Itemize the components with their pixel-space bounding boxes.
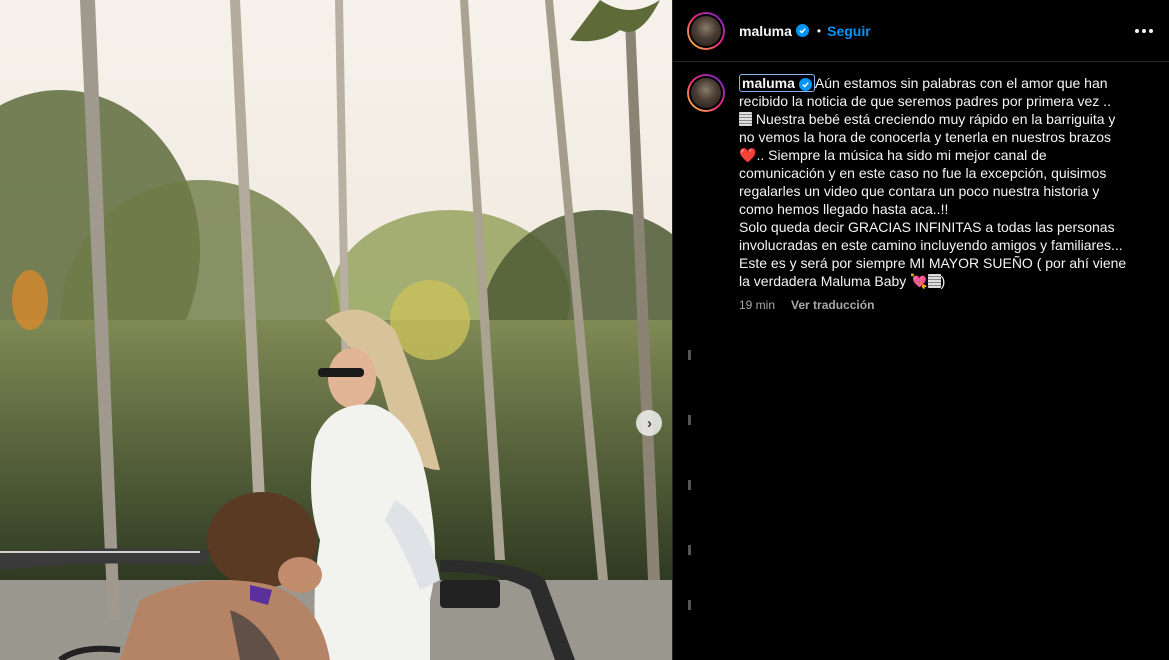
caption-line: la verdadera Maluma Baby — [739, 273, 907, 289]
post-photo — [0, 0, 672, 660]
loading-mark — [688, 415, 691, 425]
post-header: maluma • Seguir — [673, 0, 1169, 62]
caption-comment: maluma Aún estamos sin palabras con el am… — [673, 62, 1169, 314]
caption-line: ) — [940, 273, 946, 289]
caption-line: Aún estamos sin palabras con el amor que… — [814, 75, 1108, 91]
loading-mark — [688, 350, 691, 360]
separator-dot: • — [816, 23, 822, 38]
heart-emoji-icon: ❤️ — [739, 147, 757, 163]
loading-mark — [688, 545, 691, 555]
caption-text: maluma Aún estamos sin palabras con el am… — [739, 74, 1139, 314]
verified-badge-icon — [798, 78, 812, 91]
caption-line: como hemos llegado hasta aca..!! — [739, 201, 949, 217]
caption-line: regalarles un video que contara un poco … — [739, 183, 1100, 199]
next-photo-button[interactable]: › — [636, 410, 662, 436]
caption-line: Solo queda decir GRACIAS INFINITAS a tod… — [739, 219, 1115, 235]
post-media: › — [0, 0, 672, 660]
more-options-icon[interactable] — [1135, 23, 1153, 39]
caption-line: Este es y será por siempre MI MAYOR SUEÑ… — [739, 255, 1127, 271]
pink-heart-emoji-icon: 💘 — [910, 273, 928, 289]
caption-avatar[interactable] — [687, 74, 725, 112]
post-side-panel: maluma • Seguir maluma Aún estamos sin pa… — [672, 0, 1169, 660]
caption-line: involucradas en este camino incluyendo a… — [739, 237, 1123, 253]
post-time: 19 min — [739, 298, 776, 312]
caption-username-link[interactable]: maluma — [739, 74, 815, 92]
calendar-emoji-icon — [739, 112, 752, 126]
caption-meta: 19 min Ver traducción — [739, 296, 1139, 314]
chevron-right-icon: › — [647, 414, 652, 432]
caption-line: Nuestra bebé está creciendo muy rápido e… — [755, 111, 1116, 127]
follow-button[interactable]: Seguir — [827, 23, 871, 39]
avatar[interactable] — [687, 11, 725, 50]
calendar-emoji-icon — [927, 274, 941, 288]
see-translation-button[interactable]: Ver traducción — [791, 296, 874, 314]
verified-badge-icon — [795, 24, 809, 37]
loading-mark — [688, 600, 691, 610]
loading-mark — [688, 480, 691, 490]
caption-line: comunicación y en este caso no fue la ex… — [739, 165, 1107, 181]
caption-line: .. Siempre la música ha sido mi mejor ca… — [756, 147, 1047, 163]
username-link[interactable]: maluma — [739, 23, 792, 39]
caption-line: no vemos la hora de conocerla y tenerla … — [739, 129, 1111, 145]
caption-line: recibido la noticia de que seremos padre… — [739, 93, 1111, 109]
